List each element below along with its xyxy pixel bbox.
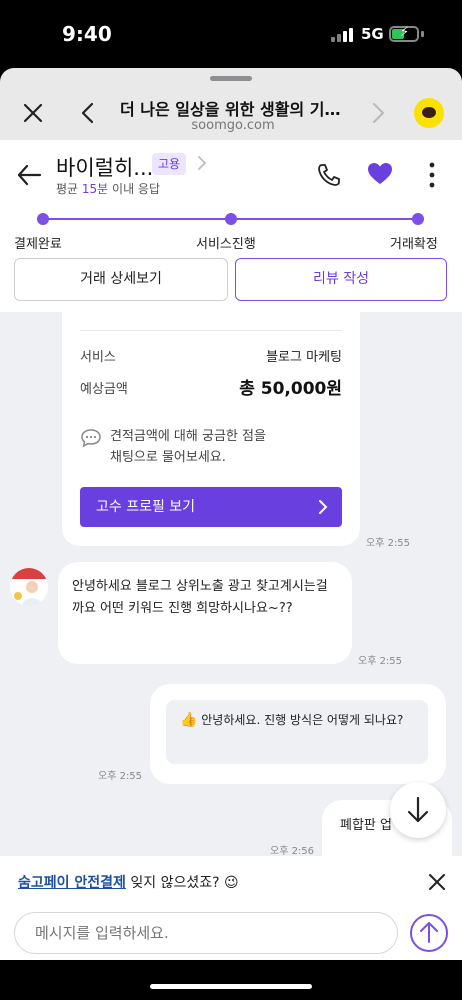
home-bar	[0, 960, 462, 1000]
chat-area[interactable]: 서비스 블로그 마케팅 예상금액 총 50,000원 견적금액에 대해 궁금한 …	[0, 312, 462, 856]
browser-back-icon[interactable]	[78, 100, 98, 126]
sheet-grabber[interactable]	[210, 76, 252, 81]
quote-notice: 견적금액에 대해 궁금한 점을 채팅으로 물어보세요.	[110, 429, 266, 465]
step-dot-in-progress	[225, 213, 237, 225]
chat-header: 바이럴히... 고용 평균 15분 이내 응답 결제완료 서비스진행 거래확정 …	[0, 140, 462, 312]
home-indicator[interactable]	[150, 984, 312, 989]
send-button[interactable]	[410, 914, 448, 952]
step-label-confirmed: 거래확정	[390, 237, 438, 252]
step-label-in-progress: 서비스진행	[196, 237, 256, 252]
step-dot-confirmed	[412, 213, 424, 225]
quoted-question: 👍 안녕하세요. 진행 방식은 어떻게 되나요?	[166, 700, 428, 764]
network-label: 5G	[361, 25, 384, 43]
close-icon[interactable]	[428, 873, 446, 891]
service-label: 서비스	[80, 350, 116, 365]
service-value: 블로그 마케팅	[266, 350, 342, 365]
kakao-chat-icon[interactable]	[414, 98, 444, 128]
message-time: 오후 2:56	[270, 846, 315, 856]
avatar[interactable]	[10, 568, 48, 606]
view-pro-profile-button[interactable]: 고수 프로필 보기	[80, 487, 342, 527]
message-time: 오후 2:55	[366, 538, 411, 549]
chat-footer: 숨고페이 안전결제 잊지 않으셨죠? 😉	[0, 856, 462, 960]
browser-url: soomgo.com	[191, 118, 275, 133]
response-time: 평균 15분 이내 응답	[56, 182, 161, 196]
close-icon[interactable]	[20, 100, 46, 126]
phone-icon[interactable]	[316, 162, 342, 188]
browser-title: 더 나은 일상을 위한 생활의 기술...	[120, 100, 346, 119]
message-mine: 👍 안녕하세요. 진행 방식은 어떻게 되나요?	[150, 684, 446, 784]
browser-forward-icon[interactable]	[368, 100, 388, 126]
arrow-up-icon	[420, 922, 438, 943]
pro-name[interactable]: 바이럴히...	[56, 152, 153, 182]
step-label-paid: 결제완료	[14, 237, 62, 252]
price-value: 총 50,000원	[239, 379, 342, 399]
chevron-right-icon[interactable]	[196, 155, 208, 171]
price-label: 예상금액	[80, 382, 128, 397]
transaction-detail-button[interactable]: 거래 상세보기	[14, 258, 228, 301]
browser-header: 더 나은 일상을 위한 생활의 기술... soomgo.com	[0, 68, 462, 140]
back-arrow-icon[interactable]	[16, 162, 42, 188]
thumbs-up-icon: 👍	[180, 712, 198, 728]
arrow-down-icon	[407, 796, 429, 823]
speech-bubble-icon	[81, 429, 101, 448]
message-time: 오후 2:55	[358, 656, 403, 667]
hire-badge: 고용	[152, 153, 187, 175]
safe-pay-banner: 숨고페이 안전결제 잊지 않으셨죠? 😉	[18, 875, 239, 891]
message-pro: 안녕하세요 블로그 상위노출 광고 찾고계시는걸까요 어떤 키워드 진행 희망하…	[58, 562, 352, 664]
safe-pay-link[interactable]: 숨고페이 안전결제	[18, 875, 126, 891]
chevron-right-icon	[319, 500, 328, 514]
wink-emoji: 😉	[223, 875, 239, 891]
signal-icon	[331, 28, 353, 42]
battery-icon: ⚡	[389, 25, 419, 42]
scroll-to-bottom-button[interactable]	[390, 782, 446, 838]
more-options-icon[interactable]	[429, 162, 435, 188]
status-time: 9:40	[62, 22, 112, 46]
write-review-button[interactable]: 리뷰 작성	[235, 258, 447, 301]
step-dot-paid	[37, 213, 49, 225]
status-bar: 9:40 5G ⚡	[0, 0, 462, 66]
quote-card: 서비스 블로그 마케팅 예상금액 총 50,000원 견적금액에 대해 궁금한 …	[62, 312, 360, 546]
heart-icon[interactable]	[367, 162, 393, 186]
message-time: 오후 2:55	[98, 771, 143, 782]
message-input[interactable]	[14, 912, 398, 954]
